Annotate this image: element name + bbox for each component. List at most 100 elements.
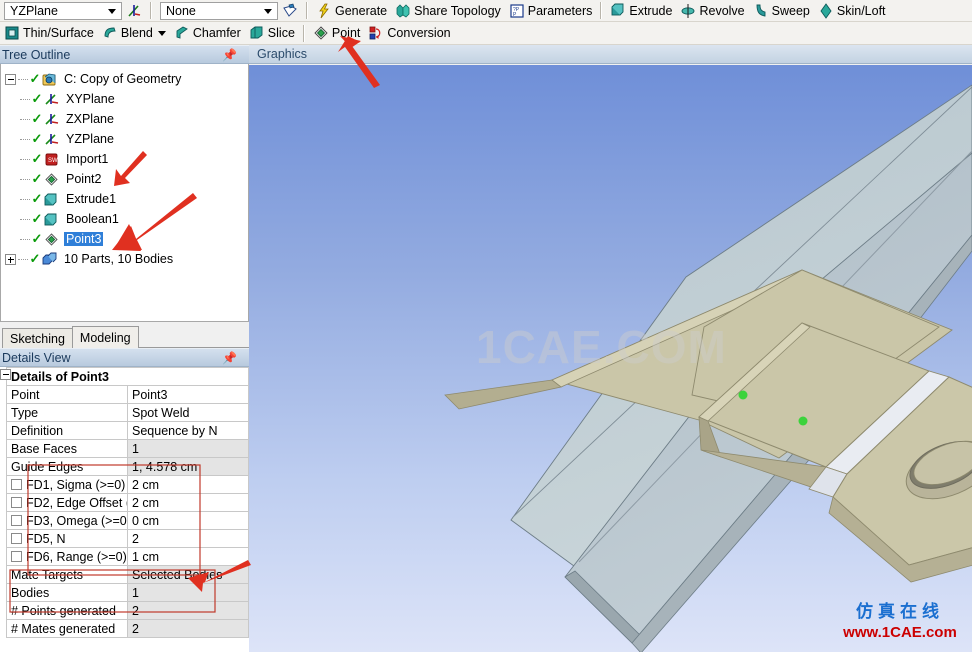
details-value[interactable]: 0 cm (127, 511, 249, 530)
tree-connector (20, 138, 30, 140)
details-view-body[interactable]: Details of Point3 Point Point3 Type Spot… (0, 367, 249, 652)
details-key-fd3: FD3, Omega (>=0) (6, 511, 128, 530)
table-row[interactable]: FD6, Range (>=0) 1 cm (6, 547, 249, 566)
model-geometry[interactable] (249, 65, 972, 652)
tree-item-yzplane[interactable]: ✓ YZPlane (1, 129, 248, 149)
generate-button[interactable]: Generate (312, 1, 391, 21)
point-button[interactable]: Point (309, 23, 365, 43)
share-topology-label: Share Topology (414, 3, 501, 18)
table-row[interactable]: FD2, Edge Offset (>=0) 2 cm (6, 493, 249, 512)
details-value[interactable]: 2 cm (127, 493, 249, 512)
parameter-checkbox[interactable] (11, 478, 22, 490)
slice-button[interactable]: Slice (245, 23, 299, 43)
details-group-expander-icon[interactable] (0, 369, 11, 380)
thin-surface-button[interactable]: Thin/Surface (0, 23, 98, 43)
tree-item-import1[interactable]: ✓ SW Import1 (1, 149, 248, 169)
chevron-down-icon[interactable] (108, 8, 116, 14)
details-value[interactable]: Point3 (127, 385, 249, 404)
details-value[interactable]: 1 (127, 439, 249, 458)
details-value[interactable]: 1 (127, 583, 249, 602)
chevron-down-icon[interactable] (264, 8, 272, 14)
details-value[interactable]: Selected Bodies (127, 565, 249, 584)
new-plane-button[interactable] (122, 1, 146, 21)
details-key-label: FD1, Sigma (>=0) (26, 477, 126, 492)
table-row[interactable]: Guide Edges 1, 4.578 cm (6, 457, 249, 476)
table-row[interactable]: Bodies 1 (6, 583, 249, 602)
table-row[interactable]: # Points generated 2 (6, 601, 249, 620)
table-row[interactable]: FD5, N 2 (6, 529, 249, 548)
viewport-3d[interactable]: 1CAE.COM 仿真在线 www.1CAE.com (249, 65, 972, 652)
chevron-down-icon[interactable] (157, 30, 166, 36)
conversion-button[interactable]: Conversion (364, 23, 454, 43)
details-key: Guide Edges (6, 457, 128, 476)
table-row[interactable]: Type Spot Weld (6, 403, 249, 422)
parameters-button[interactable]: ?P P Parameters (505, 1, 597, 21)
tree-item-xyplane[interactable]: ✓ XYPlane (1, 89, 248, 109)
details-key: Bodies (6, 583, 128, 602)
plane-selector[interactable]: YZPlane (4, 1, 122, 20)
table-row[interactable]: FD3, Omega (>=0) 0 cm (6, 511, 249, 530)
table-row[interactable]: Definition Sequence by N (6, 421, 249, 440)
tab-sketching[interactable]: Sketching (2, 328, 73, 348)
tree-item-zxplane[interactable]: ✓ ZXPlane (1, 109, 248, 129)
toolbar-row-2: Thin/Surface Blend Chamfer Slice Point C… (0, 22, 972, 45)
toolbar-separator (600, 2, 603, 19)
parameter-checkbox[interactable] (11, 532, 22, 544)
details-value[interactable]: 2 cm (127, 475, 249, 494)
details-key-label: FD5, N (26, 531, 66, 546)
sketch-selector[interactable]: None (160, 1, 278, 20)
new-sketch-button[interactable] (278, 1, 302, 21)
table-row[interactable]: # Mates generated 2 (6, 619, 249, 638)
blend-icon (102, 25, 118, 41)
details-value[interactable]: 1 cm (127, 547, 249, 566)
sweep-button[interactable]: Sweep (749, 1, 814, 21)
tree-item-parts-bodies[interactable]: ✓ 10 Parts, 10 Bodies (1, 249, 248, 269)
new-sketch-icon (282, 3, 298, 19)
tree-connector (20, 198, 30, 200)
tree-item-extrude1[interactable]: ✓ Extrude1 (1, 189, 248, 209)
extrude-button[interactable]: Extrude (606, 1, 676, 21)
expander-minus-icon[interactable] (5, 73, 16, 85)
tree-item-point2[interactable]: ✓ Point2 (1, 169, 248, 189)
parameter-checkbox[interactable] (11, 496, 22, 508)
tree-item-boolean1[interactable]: ✓ Boolean1 (1, 209, 248, 229)
chamfer-button[interactable]: Chamfer (170, 23, 245, 43)
tree-connector (20, 238, 30, 240)
slice-icon (249, 25, 265, 41)
table-row[interactable]: Mate Targets Selected Bodies (6, 565, 249, 584)
pin-icon[interactable]: 📌 (222, 351, 237, 365)
details-value[interactable]: 2 (127, 619, 249, 638)
table-row[interactable]: Point Point3 (6, 385, 249, 404)
check-icon: ✓ (31, 191, 43, 206)
pin-icon[interactable]: 📌 (222, 48, 237, 62)
tree-item-copy-of-geometry[interactable]: ✓ C: Copy of Geometry (1, 69, 248, 89)
point-icon (43, 172, 60, 187)
tree-item-point3[interactable]: ✓ Point3 (1, 229, 248, 249)
check-icon: ✓ (31, 171, 43, 186)
check-icon: ✓ (31, 111, 43, 126)
tree-outline-body[interactable]: ✓ C: Copy of Geometry ✓ XYPlane ✓ ZXPlan… (0, 64, 249, 322)
expander-plus-icon[interactable] (5, 253, 16, 265)
geometry-icon (41, 72, 58, 87)
share-topology-button[interactable]: Share Topology (391, 1, 505, 21)
thin-surface-label: Thin/Surface (23, 26, 94, 40)
details-value[interactable]: 2 (127, 529, 249, 548)
parameters-icon: ?P P (509, 3, 525, 19)
conversion-icon (368, 25, 384, 41)
revolve-button[interactable]: Revolve (676, 1, 748, 21)
details-key: Mate Targets (6, 565, 128, 584)
details-value[interactable]: 1, 4.578 cm (127, 457, 249, 476)
parameters-label: Parameters (527, 3, 593, 18)
table-row[interactable]: Base Faces 1 (6, 439, 249, 458)
details-value[interactable]: Sequence by N (127, 421, 249, 440)
parameter-checkbox[interactable] (11, 550, 22, 562)
tree-connector (18, 258, 28, 260)
blend-button[interactable]: Blend (98, 23, 170, 43)
tab-modeling[interactable]: Modeling (71, 326, 139, 348)
parameter-checkbox[interactable] (11, 514, 22, 526)
details-value[interactable]: Spot Weld (127, 403, 249, 422)
skin-loft-button[interactable]: Skin/Loft (814, 1, 890, 21)
check-icon: ✓ (29, 71, 41, 86)
table-row[interactable]: FD1, Sigma (>=0) 2 cm (6, 475, 249, 494)
details-value[interactable]: 2 (127, 601, 249, 620)
